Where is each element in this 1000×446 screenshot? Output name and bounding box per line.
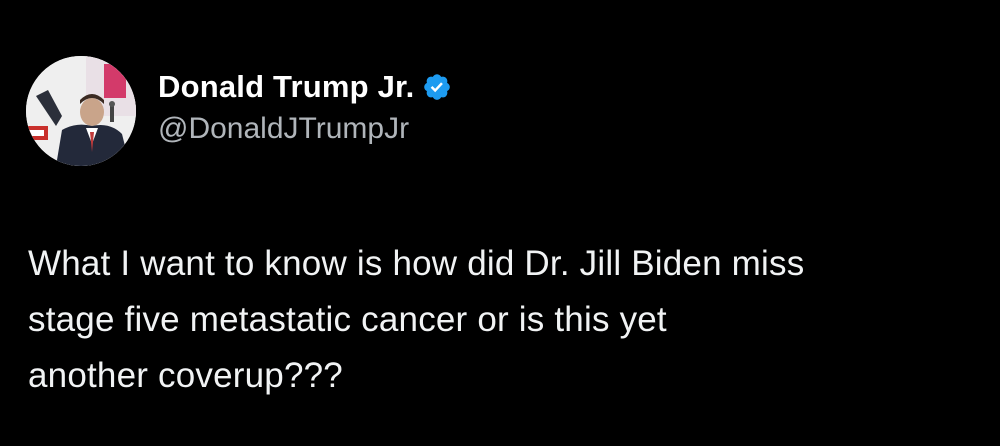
author-handle[interactable]: @DonaldJTrumpJr (158, 109, 452, 149)
avatar-photo (26, 56, 136, 166)
avatar[interactable] (26, 56, 136, 166)
verified-badge-icon (422, 72, 452, 102)
tweet-header: Donald Trump Jr. @DonaldJTrumpJr (26, 56, 452, 166)
tweet-text-line: another coverup??? (28, 356, 343, 395)
name-row: Donald Trump Jr. (158, 67, 452, 107)
author-display-name[interactable]: Donald Trump Jr. (158, 67, 414, 107)
tweet-text: What I want to know is how did Dr. Jill … (28, 236, 988, 404)
tweet-text-line: stage five metastatic cancer or is this … (28, 300, 667, 339)
tweet-text-line: What I want to know is how did Dr. Jill … (28, 244, 805, 283)
author-names: Donald Trump Jr. @DonaldJTrumpJr (158, 67, 452, 149)
tweet-card: Donald Trump Jr. @DonaldJTrumpJr What I … (0, 0, 1000, 446)
